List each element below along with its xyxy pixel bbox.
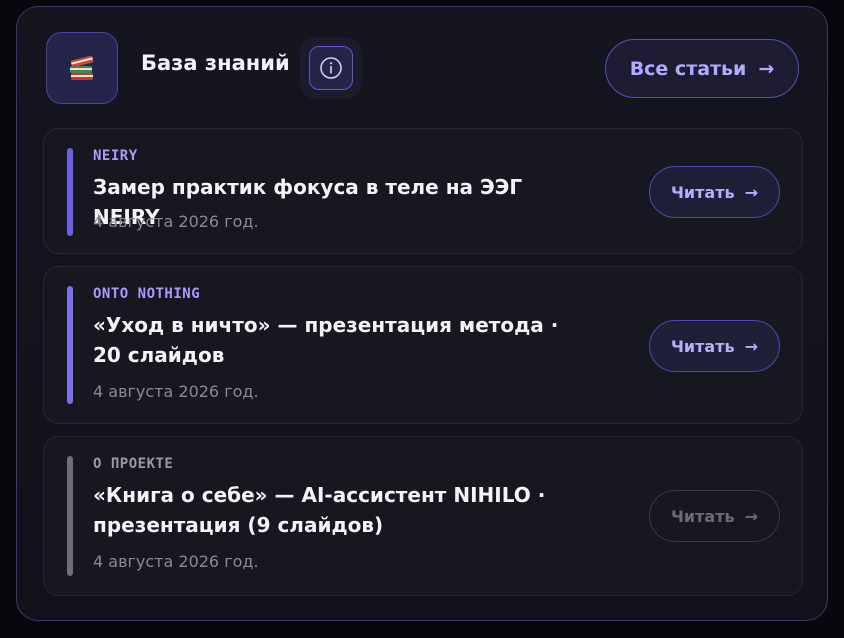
- article-category: NEIRY: [93, 148, 138, 164]
- article-card: О ПРОЕКТЕ «Книга о себе» — AI-ассистент …: [43, 436, 803, 596]
- read-button[interactable]: Читать →: [649, 166, 780, 218]
- article-date: 4 августа 2026 год.: [93, 552, 259, 571]
- books-icon: [46, 32, 118, 104]
- arrow-right-icon: →: [758, 57, 775, 80]
- read-button-label: Читать: [670, 506, 735, 526]
- article-title: «Уход в ничто» — презентация метода · 20…: [93, 313, 559, 367]
- info-icon: [320, 57, 342, 79]
- article-date: 4 августа 2026 год.: [93, 212, 259, 231]
- all-articles-button[interactable]: Все статьи →: [605, 39, 799, 98]
- article-category: О ПРОЕКТЕ: [93, 456, 174, 472]
- accent-bar: [67, 286, 73, 404]
- arrow-right-icon: →: [744, 182, 758, 202]
- arrow-right-icon: →: [744, 506, 758, 526]
- accent-bar: [67, 148, 73, 236]
- info-button-wrapper: [300, 37, 362, 99]
- article-title: «Книга о себе» — AI-ассистент NIHILO · п…: [93, 483, 546, 537]
- article-date: 4 августа 2026 год.: [93, 382, 259, 401]
- read-button-label: Читать: [670, 182, 735, 202]
- accent-bar: [67, 456, 73, 576]
- article-card: NEIRY Замер практик фокуса в теле на ЭЭГ…: [43, 128, 803, 254]
- read-button[interactable]: Читать →: [649, 490, 780, 542]
- arrow-right-icon: →: [744, 336, 758, 356]
- article-category: ONTO NOTHING: [93, 286, 201, 302]
- read-button[interactable]: Читать →: [649, 320, 780, 372]
- page-title: База знаний: [141, 51, 290, 75]
- read-button-label: Читать: [670, 336, 735, 356]
- article-card: ONTO NOTHING «Уход в ничто» — презентаци…: [43, 266, 803, 424]
- knowledge-base-panel: База знаний Все статьи → NEIRY Замер пра…: [16, 6, 828, 621]
- all-articles-label: Все статьи: [629, 57, 747, 80]
- info-button[interactable]: [309, 46, 353, 90]
